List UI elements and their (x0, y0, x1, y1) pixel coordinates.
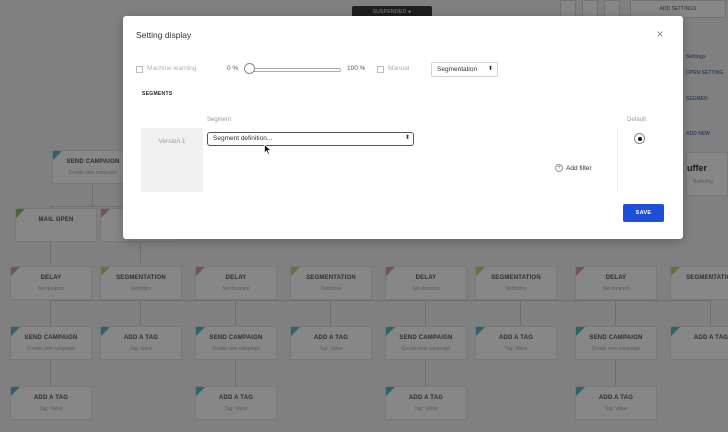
mode-select[interactable]: Segmentation ⬍ (431, 62, 498, 77)
slider-min-label: 0 % (227, 65, 239, 72)
segment-column-header: Segment (207, 117, 232, 123)
manual-label: Manual (388, 65, 410, 72)
dialog-title: Setting display (136, 30, 192, 40)
setting-display-dialog: Setting display × Machine learning 0 % 1… (123, 16, 683, 239)
select-arrows-icon: ⬍ (404, 135, 410, 141)
manual-checkbox[interactable] (377, 66, 384, 73)
select-arrows-icon: ⬍ (487, 66, 493, 72)
version-cell: Version 1 (141, 128, 203, 192)
display-controls: Machine learning 0 % 100 % Manual Segmen… (136, 62, 498, 78)
add-filter-label: Add filter (566, 164, 592, 172)
mode-select-value: Segmentation (437, 66, 478, 73)
save-button[interactable]: SAVE (623, 204, 664, 222)
slider-handle[interactable] (244, 63, 255, 74)
machine-learning-label: Machine learning (147, 65, 197, 72)
version-label: Version 1 (158, 138, 186, 145)
close-icon[interactable]: × (654, 28, 666, 40)
plus-icon: + (555, 164, 563, 172)
segments-heading: SEGMENTS (142, 91, 173, 97)
percentage-slider[interactable] (247, 68, 341, 72)
slider-max-label: 100 % (347, 65, 366, 72)
default-radio[interactable] (634, 133, 645, 144)
segment-definition-value: Segment definition... (213, 135, 273, 142)
segment-definition-select[interactable]: Segment definition... ⬍ (207, 132, 414, 146)
default-column-header: Default (627, 117, 647, 123)
mouse-cursor-icon (264, 144, 272, 155)
machine-learning-checkbox[interactable] (136, 66, 143, 73)
